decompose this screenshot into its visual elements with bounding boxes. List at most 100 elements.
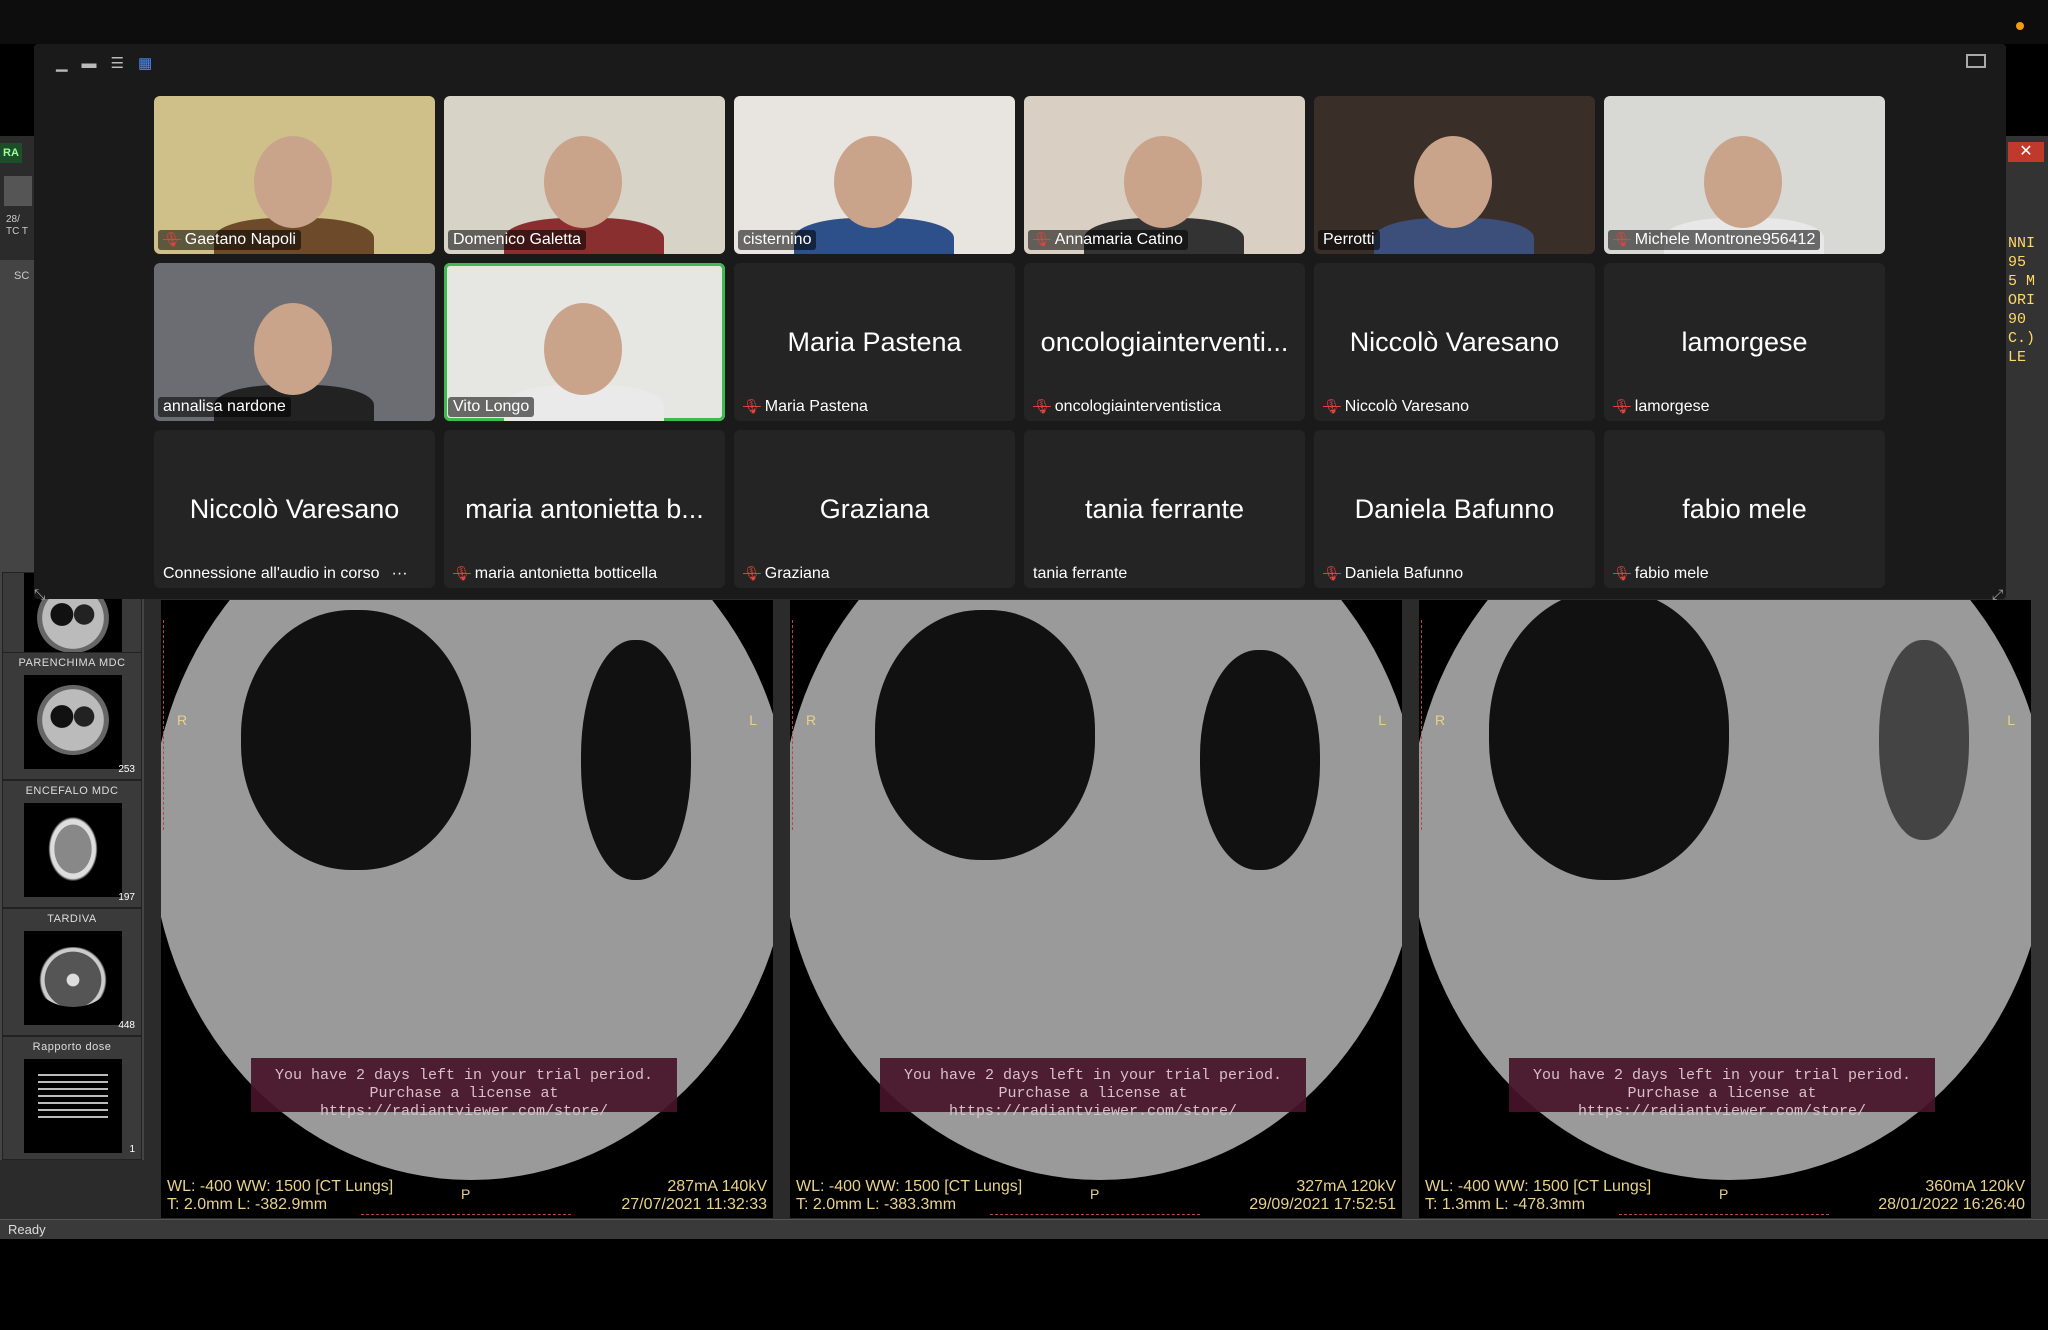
muted-mic-icon: 🎙 xyxy=(1613,565,1631,581)
ct-image-pane[interactable]: R L You have 2 days left in your trial p… xyxy=(790,600,1402,1218)
series-item[interactable]: Rapporto dose 1 xyxy=(2,1036,142,1160)
participant-name: Perrotti xyxy=(1323,231,1375,248)
muted-mic-icon: 🎙 xyxy=(1613,231,1631,247)
series-thumbnail xyxy=(24,675,122,769)
muted-mic-icon: 🎙 xyxy=(1613,398,1631,414)
muted-mic-icon: 🎙 xyxy=(1323,565,1341,581)
participant-tile[interactable]: Maria Pastena 🎙 Maria Pastena xyxy=(734,263,1015,421)
participant-tile[interactable]: Domenico Galetta xyxy=(444,96,725,254)
participant-name-label: 🎙 maria antonietta botticella xyxy=(448,564,662,584)
participant-video xyxy=(1414,136,1492,228)
participant-tile[interactable]: Graziana 🎙 Graziana xyxy=(734,430,1015,588)
vertical-scale xyxy=(792,620,795,830)
exit-fullscreen-icon[interactable] xyxy=(1966,54,1986,68)
series-thumbnail xyxy=(24,1059,122,1153)
info-line: 5 M xyxy=(2008,273,2036,290)
participant-name-label: 🎙 Niccolò Varesano xyxy=(1318,397,1474,417)
participant-tile[interactable]: 🎙 Annamaria Catino xyxy=(1024,96,1305,254)
participant-tile[interactable]: 🎙 Michele Montrone956412 xyxy=(1604,96,1885,254)
series-item[interactable]: ENCEFALO MDC 197 xyxy=(2,780,142,908)
participant-tile[interactable]: maria antonietta b... 🎙 maria antonietta b… xyxy=(444,430,725,588)
participant-name-label: 🎙 Maria Pastena xyxy=(738,397,873,417)
horizontal-scale xyxy=(361,1214,571,1215)
participant-name-label: 🎙 Graziana xyxy=(738,564,835,584)
window-level: WL: -400 WW: 1500 [CT Lungs] xyxy=(1425,1178,1652,1195)
info-line: 95 xyxy=(2008,254,2027,271)
gallery-grid-icon[interactable]: ▦ xyxy=(138,54,152,72)
patient-info-fragment: NNI 95 5 M ORI 90 C.) LE xyxy=(2008,234,2035,367)
info-line: LE xyxy=(2008,349,2027,366)
slice-info: T: 2.0mm L: -382.9mm xyxy=(167,1196,328,1213)
minimize-icon[interactable]: ▁ xyxy=(56,54,68,72)
muted-mic-icon: 🎙 xyxy=(1323,398,1341,414)
trial-notice: You have 2 days left in your trial perio… xyxy=(880,1058,1306,1120)
participant-name: Maria Pastena xyxy=(764,398,868,415)
participant-tile[interactable]: cisternino xyxy=(734,96,1015,254)
series-thumbnail xyxy=(24,931,122,1025)
participant-name: Connessione all'audio in corso xyxy=(163,565,380,582)
muted-mic-icon: 🎙 xyxy=(743,565,761,581)
status-bar: Ready xyxy=(0,1219,2048,1239)
image-count: 1 xyxy=(129,1144,135,1155)
participant-name: annalisa nardone xyxy=(163,398,286,415)
series-item[interactable]: PARENCHIMA MDC 253 xyxy=(2,652,142,780)
series-thumbnail xyxy=(24,803,122,897)
study-date-fragment: 28/ TC T xyxy=(6,214,28,238)
participant-tile[interactable]: oncologiainterventi... 🎙 oncologiainterven… xyxy=(1024,263,1305,421)
resize-handle-icon[interactable]: ⤡ xyxy=(34,586,45,603)
orientation-left: L xyxy=(2007,712,2015,728)
orientation-left: L xyxy=(1378,712,1386,728)
participant-video xyxy=(254,303,332,395)
participant-name: Niccolò Varesano xyxy=(1344,398,1469,415)
series-item[interactable]: TARDIVA 448 xyxy=(2,908,142,1036)
series-header-fragment: SC xyxy=(14,270,30,282)
participant-name: Gaetano Napoli xyxy=(184,231,296,248)
trial-line: You have 2 days left in your trial perio… xyxy=(274,1067,654,1084)
vertical-scale xyxy=(163,620,166,830)
app-logo: RA xyxy=(0,143,22,163)
participant-video xyxy=(544,136,622,228)
participant-tile[interactable]: Niccolò Varesano 🎙 Niccolò Varesano xyxy=(1314,263,1595,421)
participant-name: cisternino xyxy=(743,231,812,248)
slice-info: T: 1.3mm L: -478.3mm xyxy=(1425,1196,1586,1213)
window-level: WL: -400 WW: 1500 [CT Lungs] xyxy=(796,1178,1023,1195)
horizontal-scale xyxy=(1619,1214,1829,1215)
participant-tile[interactable]: Daniela Bafunno 🎙 Daniela Bafunno xyxy=(1314,430,1595,588)
participant-tile[interactable]: annalisa nardone xyxy=(154,263,435,421)
participant-name-label: 🎙 oncologiainterventistica xyxy=(1028,397,1226,417)
participant-name: lamorgese xyxy=(1634,398,1710,415)
ct-image-pane[interactable]: R L You have 2 days left in your trial p… xyxy=(1419,600,2031,1218)
participant-name-label: 🎙 Gaetano Napoli xyxy=(158,230,301,250)
participant-tile[interactable]: Niccolò Varesano Connessione all'audio in… xyxy=(154,430,435,588)
participant-tile[interactable]: fabio mele 🎙 fabio mele xyxy=(1604,430,1885,588)
participant-name-label: 🎙 Daniela Bafunno xyxy=(1318,564,1468,584)
vertical-scale xyxy=(1421,620,1424,830)
orientation-posterior: P xyxy=(461,1186,471,1202)
trial-line: You have 2 days left in your trial perio… xyxy=(1532,1067,1912,1084)
participant-name-label: 🎙 lamorgese xyxy=(1608,397,1714,417)
participant-tile[interactable]: lamorgese 🎙 lamorgese xyxy=(1604,263,1885,421)
participant-tile[interactable]: 🎙 Gaetano Napoli xyxy=(154,96,435,254)
stacked-icon[interactable]: ☰ xyxy=(111,54,124,72)
participant-tile[interactable]: Vito Longo xyxy=(444,263,725,421)
participant-tile[interactable]: Perrotti xyxy=(1314,96,1595,254)
ct-image-pane[interactable]: R L You have 2 days left in your trial p… xyxy=(161,600,773,1218)
speaker-strip-icon[interactable]: ▬ xyxy=(82,55,97,72)
info-line: NNI xyxy=(2008,235,2036,252)
info-line: ORI xyxy=(2008,292,2036,309)
exposure-info: 327mA 120kV xyxy=(1296,1178,1396,1195)
participant-name: Vito Longo xyxy=(453,398,530,415)
series-label: ENCEFALO MDC xyxy=(25,785,119,797)
viewer-toolbar-button[interactable] xyxy=(4,176,32,206)
series-label: Rapporto dose xyxy=(32,1041,112,1053)
resize-handle-icon[interactable]: ⤢ xyxy=(1992,586,2003,603)
close-icon[interactable]: ✕ xyxy=(2008,142,2044,162)
participant-name-label: annalisa nardone xyxy=(158,397,291,417)
participant-name-label: Vito Longo xyxy=(448,397,535,417)
participant-name-label: 🎙 fabio mele xyxy=(1608,564,1714,584)
trial-line: You have 2 days left in your trial perio… xyxy=(903,1067,1283,1084)
participant-tile[interactable]: tania ferrante tania ferrante xyxy=(1024,430,1305,588)
orientation-right: R xyxy=(177,712,188,728)
participant-video xyxy=(834,136,912,228)
more-options-icon[interactable]: ··· xyxy=(392,565,408,582)
